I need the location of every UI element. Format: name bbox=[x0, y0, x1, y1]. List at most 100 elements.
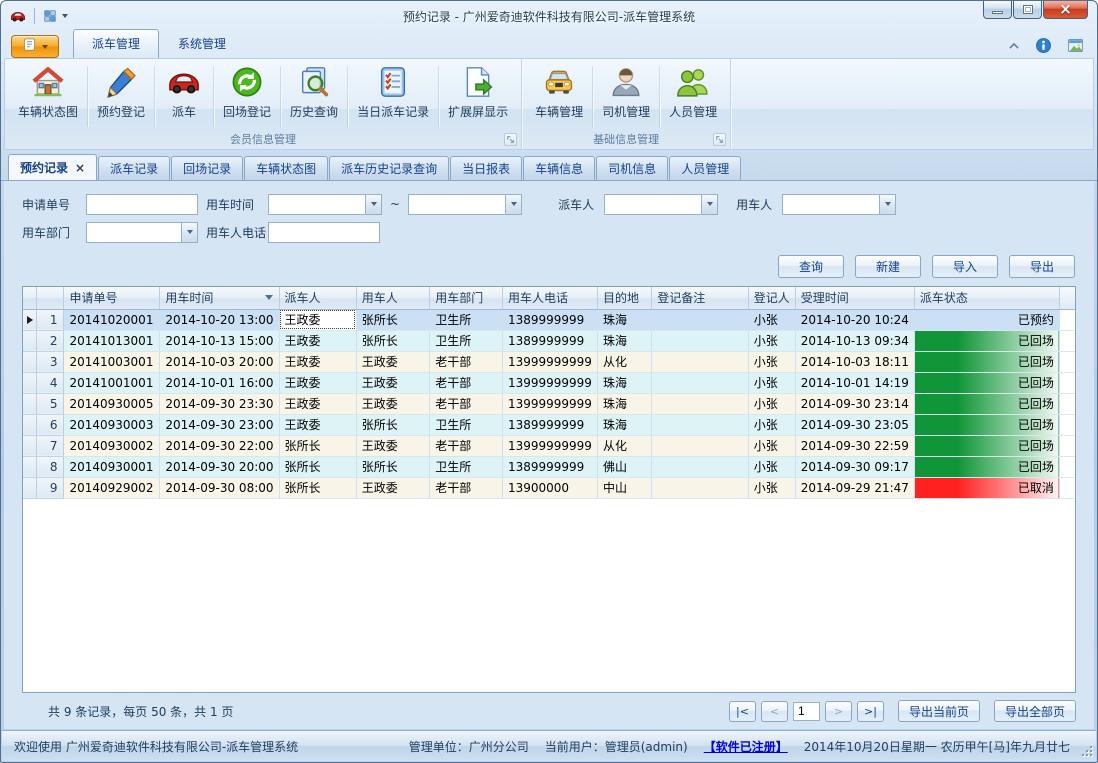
cell-登记人[interactable]: 小张 bbox=[748, 372, 795, 393]
use-time-to-combo[interactable] bbox=[408, 194, 522, 215]
export-button[interactable]: 导出 bbox=[1009, 255, 1075, 278]
cell-用车人电话[interactable]: 1389999999 bbox=[502, 330, 597, 351]
cell-用车人[interactable]: 王政委 bbox=[356, 372, 430, 393]
column-header-受理时间[interactable]: 受理时间 bbox=[795, 287, 914, 309]
status-badge[interactable]: 已回场 bbox=[914, 435, 1059, 456]
cell-派车人[interactable]: 王政委 bbox=[279, 393, 356, 414]
ribbon-button-预约登记[interactable]: 预约登记 bbox=[88, 62, 154, 131]
restore-button[interactable] bbox=[1013, 0, 1042, 19]
column-header-用车人[interactable]: 用车人 bbox=[356, 287, 430, 309]
cell-申请单号[interactable]: 20141001001 bbox=[64, 372, 160, 393]
ribbon-tab-派车管理[interactable]: 派车管理 bbox=[73, 29, 159, 58]
ribbon-button-人员管理[interactable]: 人员管理 bbox=[660, 62, 726, 131]
cell-用车部门[interactable]: 老干部 bbox=[430, 351, 503, 372]
cell-登记备注[interactable] bbox=[652, 435, 749, 456]
table-row[interactable]: 5201409300052014-09-30 23:30王政委王政委老干部139… bbox=[23, 393, 1075, 414]
cell-申请单号[interactable]: 20141020001 bbox=[64, 309, 160, 330]
table-row[interactable]: 9201409290022014-09-30 08:00张所长王政委老干部139… bbox=[23, 477, 1075, 498]
column-header-登记人[interactable]: 登记人 bbox=[748, 287, 795, 309]
cell-用车部门[interactable]: 卫生所 bbox=[430, 309, 503, 330]
cell-受理时间[interactable]: 2014-09-30 23:14 bbox=[795, 393, 914, 414]
document-tab-当日报表[interactable]: 当日报表 bbox=[450, 156, 522, 180]
cell-登记人[interactable]: 小张 bbox=[748, 456, 795, 477]
cell-登记备注[interactable] bbox=[652, 372, 749, 393]
cell-用车人[interactable]: 王政委 bbox=[356, 393, 430, 414]
ribbon-button-车辆状态图[interactable]: 车辆状态图 bbox=[9, 62, 87, 131]
cell-用车人[interactable]: 张所长 bbox=[356, 414, 430, 435]
user-phone-field[interactable] bbox=[269, 224, 379, 243]
cell-登记人[interactable]: 小张 bbox=[748, 414, 795, 435]
new-button[interactable]: 新建 bbox=[855, 255, 921, 278]
cell-用车时间[interactable]: 2014-10-01 16:00 bbox=[160, 372, 279, 393]
cell-申请单号[interactable]: 20141003001 bbox=[64, 351, 160, 372]
cell-用车人[interactable]: 张所长 bbox=[356, 309, 430, 330]
cell-用车部门[interactable]: 老干部 bbox=[430, 477, 503, 498]
user-phone-input[interactable] bbox=[268, 222, 380, 243]
status-badge[interactable]: 已回场 bbox=[914, 372, 1059, 393]
cell-目的地[interactable]: 从化 bbox=[597, 435, 651, 456]
close-button[interactable]: × bbox=[1043, 0, 1088, 19]
cell-登记人[interactable]: 小张 bbox=[748, 477, 795, 498]
document-tab-司机信息[interactable]: 司机信息 bbox=[596, 156, 668, 180]
table-row[interactable]: 4201410010012014-10-01 16:00王政委王政委老干部139… bbox=[23, 372, 1075, 393]
column-header-用车时间[interactable]: 用车时间 bbox=[160, 287, 279, 309]
minimize-button[interactable] bbox=[983, 0, 1012, 19]
cell-目的地[interactable]: 珠海 bbox=[597, 372, 651, 393]
cell-受理时间[interactable]: 2014-09-30 23:05 bbox=[795, 414, 914, 435]
cell-用车人电话[interactable]: 13999999999 bbox=[502, 372, 597, 393]
cell-用车人[interactable]: 王政委 bbox=[356, 435, 430, 456]
cell-登记人[interactable]: 小张 bbox=[748, 351, 795, 372]
next-page-button[interactable]: > bbox=[825, 701, 852, 722]
cell-派车人[interactable]: 王政委 bbox=[279, 372, 356, 393]
cell-用车时间[interactable]: 2014-10-13 15:00 bbox=[160, 330, 279, 351]
cell-用车部门[interactable]: 卫生所 bbox=[430, 330, 503, 351]
cell-用车人[interactable]: 王政委 bbox=[356, 477, 430, 498]
table-row[interactable]: 7201409300022014-09-30 22:00张所长王政委老干部139… bbox=[23, 435, 1075, 456]
cell-用车人电话[interactable]: 13900000 bbox=[502, 477, 597, 498]
ribbon-button-历史查询[interactable]: 历史查询 bbox=[281, 62, 347, 131]
export-all-pages-button[interactable]: 导出全部页 bbox=[994, 700, 1076, 722]
cell-登记备注[interactable] bbox=[652, 393, 749, 414]
import-button[interactable]: 导入 bbox=[932, 255, 998, 278]
cell-目的地[interactable]: 珠海 bbox=[597, 330, 651, 351]
dialog-launcher-icon[interactable] bbox=[713, 133, 726, 146]
cell-用车人[interactable]: 王政委 bbox=[356, 351, 430, 372]
cell-申请单号[interactable]: 20141013001 bbox=[64, 330, 160, 351]
cell-用车人电话[interactable]: 1389999999 bbox=[502, 309, 597, 330]
cell-登记备注[interactable] bbox=[652, 414, 749, 435]
dispatcher-combo[interactable] bbox=[604, 194, 718, 215]
app-menu-button[interactable] bbox=[11, 35, 59, 58]
close-tab-icon[interactable]: × bbox=[75, 162, 85, 174]
cell-受理时间[interactable]: 2014-10-03 18:11 bbox=[795, 351, 914, 372]
car-user-combo[interactable] bbox=[782, 194, 896, 215]
table-row[interactable]: 1201410200012014-10-20 13:00王政委张所长卫生所138… bbox=[23, 309, 1075, 330]
page-number-input[interactable] bbox=[793, 702, 820, 721]
chevron-down-icon[interactable] bbox=[181, 223, 197, 242]
status-badge[interactable]: 已预约 bbox=[914, 309, 1059, 330]
cell-派车人[interactable]: 王政委 bbox=[279, 330, 356, 351]
cell-用车部门[interactable]: 卫生所 bbox=[430, 414, 503, 435]
cell-用车人电话[interactable]: 13999999999 bbox=[502, 351, 597, 372]
column-header-用车人电话[interactable]: 用车人电话 bbox=[502, 287, 597, 309]
chevron-down-icon[interactable] bbox=[879, 195, 895, 214]
document-tab-预约记录[interactable]: 预约记录× bbox=[8, 154, 97, 180]
ribbon-button-车辆管理[interactable]: 车辆管理 bbox=[526, 62, 592, 131]
cell-目的地[interactable]: 珠海 bbox=[597, 309, 651, 330]
document-tab-派车历史记录查询[interactable]: 派车历史记录查询 bbox=[329, 156, 449, 180]
cell-用车时间[interactable]: 2014-10-03 20:00 bbox=[160, 351, 279, 372]
column-header-目的地[interactable]: 目的地 bbox=[597, 287, 651, 309]
cell-用车部门[interactable]: 老干部 bbox=[430, 435, 503, 456]
cell-目的地[interactable]: 珠海 bbox=[597, 414, 651, 435]
ribbon-button-回场登记[interactable]: 回场登记 bbox=[214, 62, 280, 131]
cell-申请单号[interactable]: 20140930003 bbox=[64, 414, 160, 435]
cell-用车人[interactable]: 张所长 bbox=[356, 330, 430, 351]
table-row[interactable]: 6201409300032014-09-30 23:00王政委张所长卫生所138… bbox=[23, 414, 1075, 435]
table-row[interactable]: 2201410130012014-10-13 15:00王政委张所长卫生所138… bbox=[23, 330, 1075, 351]
cell-登记人[interactable]: 小张 bbox=[748, 393, 795, 414]
status-badge[interactable]: 已回场 bbox=[914, 351, 1059, 372]
cell-登记人[interactable]: 小张 bbox=[748, 435, 795, 456]
cell-受理时间[interactable]: 2014-09-30 22:59 bbox=[795, 435, 914, 456]
cell-申请单号[interactable]: 20140929002 bbox=[64, 477, 160, 498]
chevron-up-icon[interactable] bbox=[1007, 39, 1021, 53]
cell-用车时间[interactable]: 2014-09-30 23:30 bbox=[160, 393, 279, 414]
